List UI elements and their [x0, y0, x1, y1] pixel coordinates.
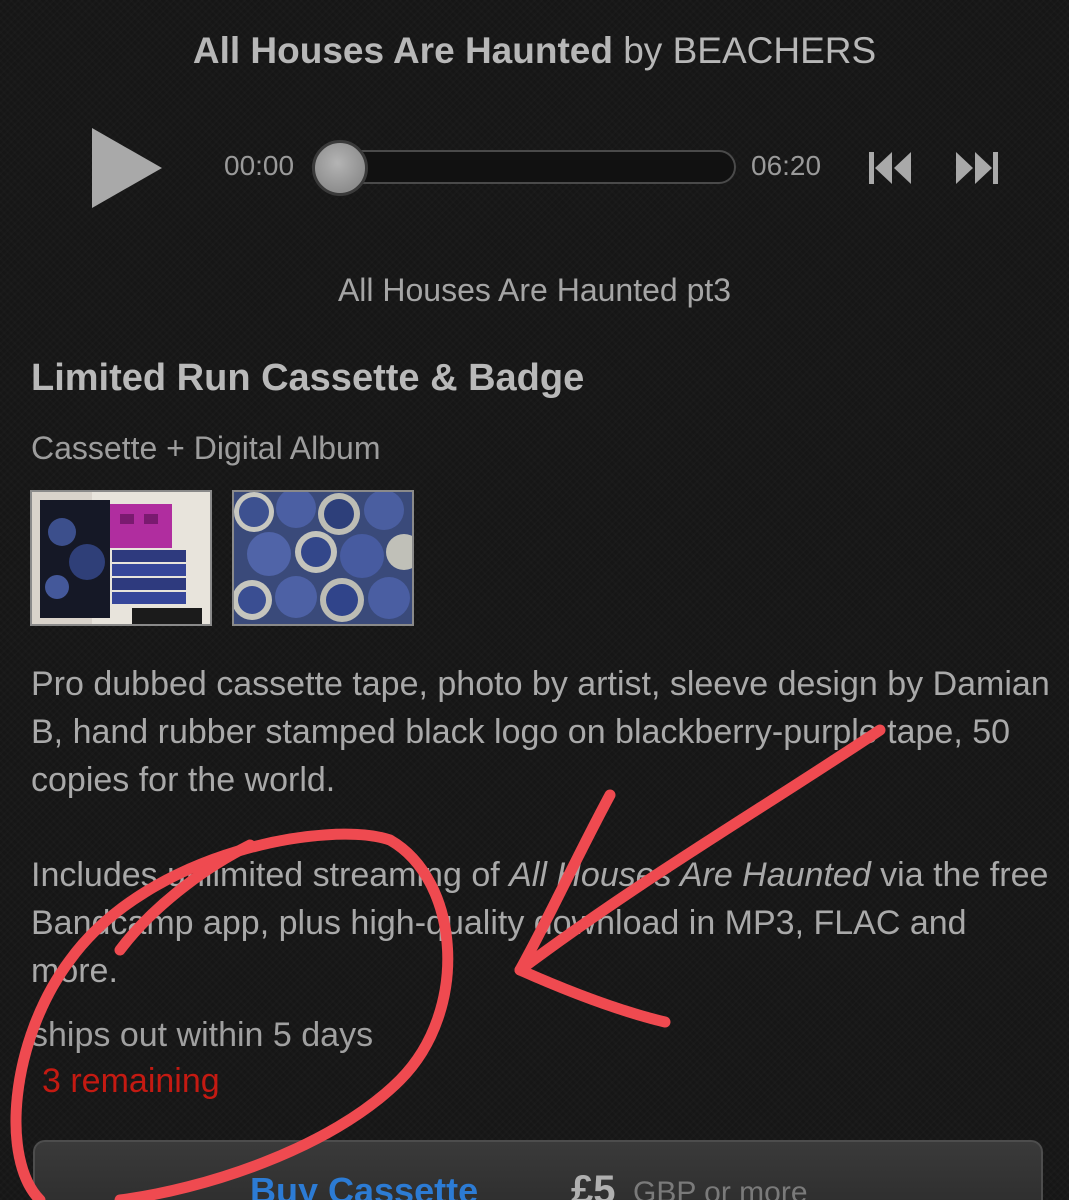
- badges-photo[interactable]: [232, 490, 414, 626]
- progress-thumb[interactable]: [312, 140, 368, 196]
- description-paragraph: Pro dubbed cassette tape, photo by artis…: [31, 665, 1050, 799]
- description-album: All Houses Are Haunted: [509, 856, 871, 894]
- currency-note: GBP or more: [633, 1176, 808, 1200]
- description-paragraph: Includes unlimited streaming of All Hous…: [31, 851, 1051, 995]
- total-time: 06:20: [751, 150, 822, 181]
- previous-track-icon[interactable]: [867, 148, 915, 188]
- cassette-photo[interactable]: [30, 490, 212, 626]
- audio-player: 00:00 06:20: [0, 0, 1069, 240]
- current-time: 00:00: [224, 150, 295, 181]
- description-text: Includes unlimited streaming of: [31, 856, 510, 894]
- buy-label: Buy Cassette: [250, 1170, 479, 1200]
- progress-track[interactable]: [312, 150, 736, 184]
- package-description: Pro dubbed cassette tape, photo by artis…: [31, 660, 1051, 1042]
- package-subtitle: Cassette + Digital Album: [31, 430, 381, 466]
- next-track-icon[interactable]: [952, 148, 1000, 188]
- bandcamp-page: All Houses Are Haunted by BEACHERS 00:00…: [0, 0, 1069, 1200]
- package-title: Limited Run Cassette & Badge: [31, 357, 585, 399]
- buy-cassette-button[interactable]: Buy Cassette £5 GBP or more: [33, 1140, 1043, 1200]
- play-icon[interactable]: [92, 128, 162, 208]
- remaining-count: 3 remaining: [42, 1062, 220, 1100]
- price: £5: [571, 1168, 616, 1200]
- track-name: All Houses Are Haunted pt3: [337, 272, 732, 308]
- shipping-info: ships out within 5 days: [31, 1016, 374, 1054]
